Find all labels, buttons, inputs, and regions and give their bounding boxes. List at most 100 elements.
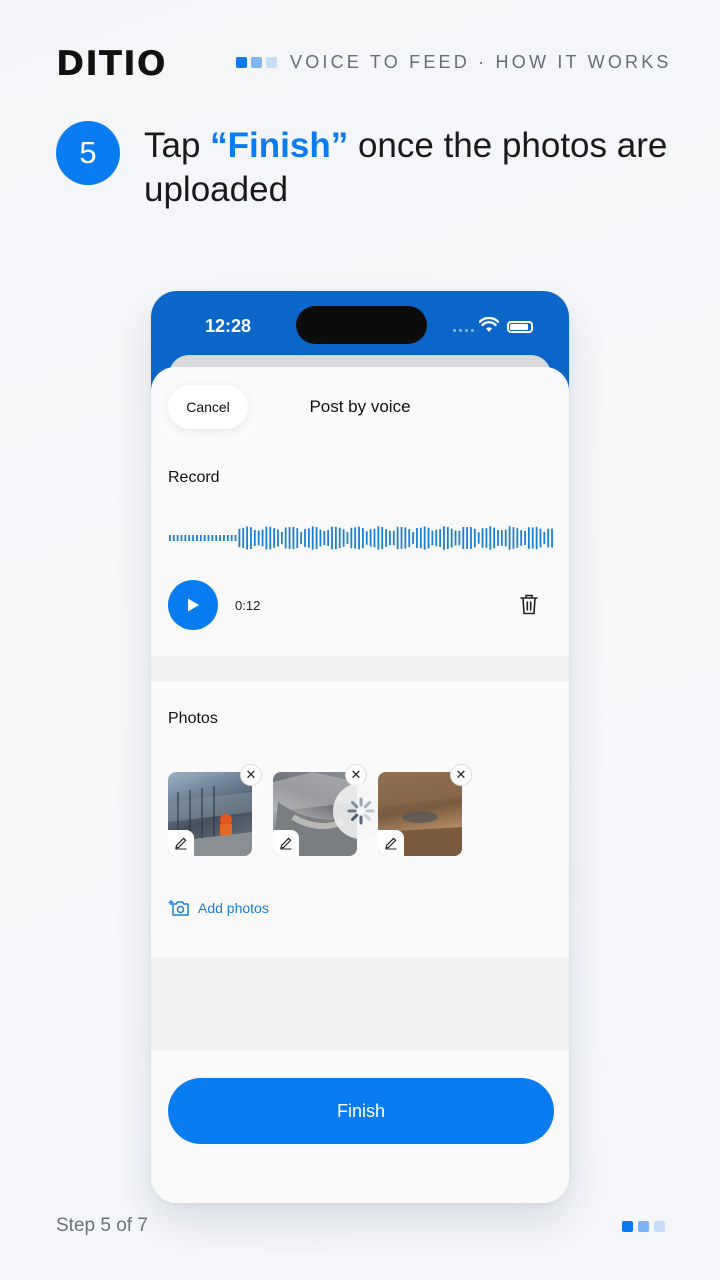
waveform-bar [439, 529, 441, 547]
photo-list: ✕ ✕ ✕ [168, 764, 472, 856]
waveform-bar [196, 535, 198, 541]
waveform-bar [292, 526, 295, 550]
progress-dot [622, 1221, 633, 1232]
photo-thumbnail[interactable]: ✕ [168, 764, 262, 856]
waveform-bar [188, 535, 191, 541]
waveform-bar [203, 535, 206, 541]
play-button[interactable] [168, 580, 218, 630]
remove-photo-button[interactable]: ✕ [240, 764, 262, 786]
waveform-bar [342, 529, 345, 547]
waveform-bar [547, 528, 550, 548]
waveform-bar [504, 529, 507, 547]
waveform-bar [385, 529, 387, 547]
waveform-bar [539, 528, 542, 548]
waveform-bar [242, 527, 245, 549]
waveform-bar [284, 527, 287, 549]
waveform-bar [527, 527, 530, 549]
waveform-bar [288, 527, 291, 549]
edit-photo-button[interactable] [168, 830, 194, 856]
waveform-bar [481, 528, 484, 548]
waveform-bar [358, 526, 360, 550]
waveform-bar [261, 529, 264, 547]
waveform-bar [377, 526, 380, 550]
waveform-bar [223, 535, 225, 541]
pencil-icon [385, 837, 397, 850]
waveform-bar [520, 530, 523, 546]
waveform-bar [253, 530, 256, 546]
waveform-bar [485, 528, 488, 548]
add-photos-button[interactable]: Add photos [168, 899, 269, 917]
waveform-bar [257, 530, 260, 546]
waveform-bar [172, 535, 175, 541]
phone-mockup: 12:28 Cancel Post by voice Record 0:12 P… [151, 291, 569, 1203]
waveform-bar [219, 535, 221, 541]
waveform-bar [470, 527, 472, 549]
waveform-bar [304, 529, 306, 547]
waveform-bar [535, 526, 538, 550]
waveform-bar [238, 528, 241, 548]
waveform-bar [365, 531, 368, 545]
waveform-bar [531, 527, 534, 549]
waveform-bar [508, 526, 511, 550]
waveform-bar [431, 530, 434, 546]
photo-thumbnail[interactable]: ✕ [273, 764, 389, 856]
waveform-bar [362, 527, 364, 549]
waveform-bar [184, 535, 187, 541]
dynamic-island [296, 306, 427, 344]
loading-spinner-icon [347, 797, 375, 825]
waveform-bar [319, 529, 322, 547]
waveform-bar [443, 526, 445, 550]
waveform-bar [180, 535, 183, 541]
audio-waveform[interactable] [168, 515, 554, 561]
waveform-bar [265, 526, 268, 550]
progress-dot [654, 1221, 665, 1232]
empty-area [151, 957, 569, 1051]
waveform-bar [230, 535, 233, 541]
waveform-bar [199, 535, 202, 541]
waveform-bar [381, 527, 384, 549]
waveform-bar [543, 531, 546, 545]
waveform-bar [419, 527, 422, 549]
trash-icon[interactable] [519, 593, 539, 615]
waveform-bar [192, 535, 194, 541]
battery-icon [507, 321, 533, 333]
waveform-bar [392, 530, 395, 546]
waveform-bar [435, 529, 438, 547]
waveform-bar [551, 528, 553, 548]
waveform-bar [408, 529, 411, 547]
pencil-icon [280, 837, 292, 850]
photo-thumbnail[interactable]: ✕ [378, 764, 472, 856]
waveform-bar [211, 535, 214, 541]
add-photos-label: Add photos [198, 900, 269, 916]
waveform-bar [416, 528, 418, 548]
waveform-bar [450, 528, 453, 548]
instruction-highlight: “Finish” [210, 126, 349, 165]
header-progress-dots [236, 57, 277, 68]
add-camera-icon [168, 900, 189, 916]
recording-duration: 0:12 [235, 598, 261, 613]
finish-button[interactable]: Finish [168, 1078, 554, 1144]
status-time: 12:28 [205, 316, 252, 336]
wifi-icon [479, 317, 499, 332]
waveform-bar [273, 528, 276, 548]
sheet-title: Post by voice [309, 397, 411, 416]
waveform-bar [423, 526, 426, 550]
waveform-bar [346, 531, 349, 545]
waveform-bar [277, 529, 279, 547]
waveform-bar [500, 530, 503, 546]
waveform-bar [477, 532, 480, 544]
waveform-bar [369, 529, 372, 547]
record-label: Record [168, 469, 220, 486]
waveform-bar [350, 527, 353, 549]
header-title: VOICE TO FEED · HOW IT WORKS [290, 52, 672, 72]
remove-photo-button[interactable]: ✕ [450, 764, 472, 786]
edit-photo-button[interactable] [378, 830, 404, 856]
edit-photo-button[interactable] [273, 830, 299, 856]
waveform-bar [404, 527, 407, 549]
waveform-bar [354, 527, 357, 549]
instruction-text: Tap [144, 126, 211, 165]
step-counter: Step 5 of 7 [56, 1215, 148, 1236]
progress-dot [266, 57, 277, 68]
footer-progress-dots [622, 1221, 665, 1232]
waveform-bar [489, 526, 492, 550]
